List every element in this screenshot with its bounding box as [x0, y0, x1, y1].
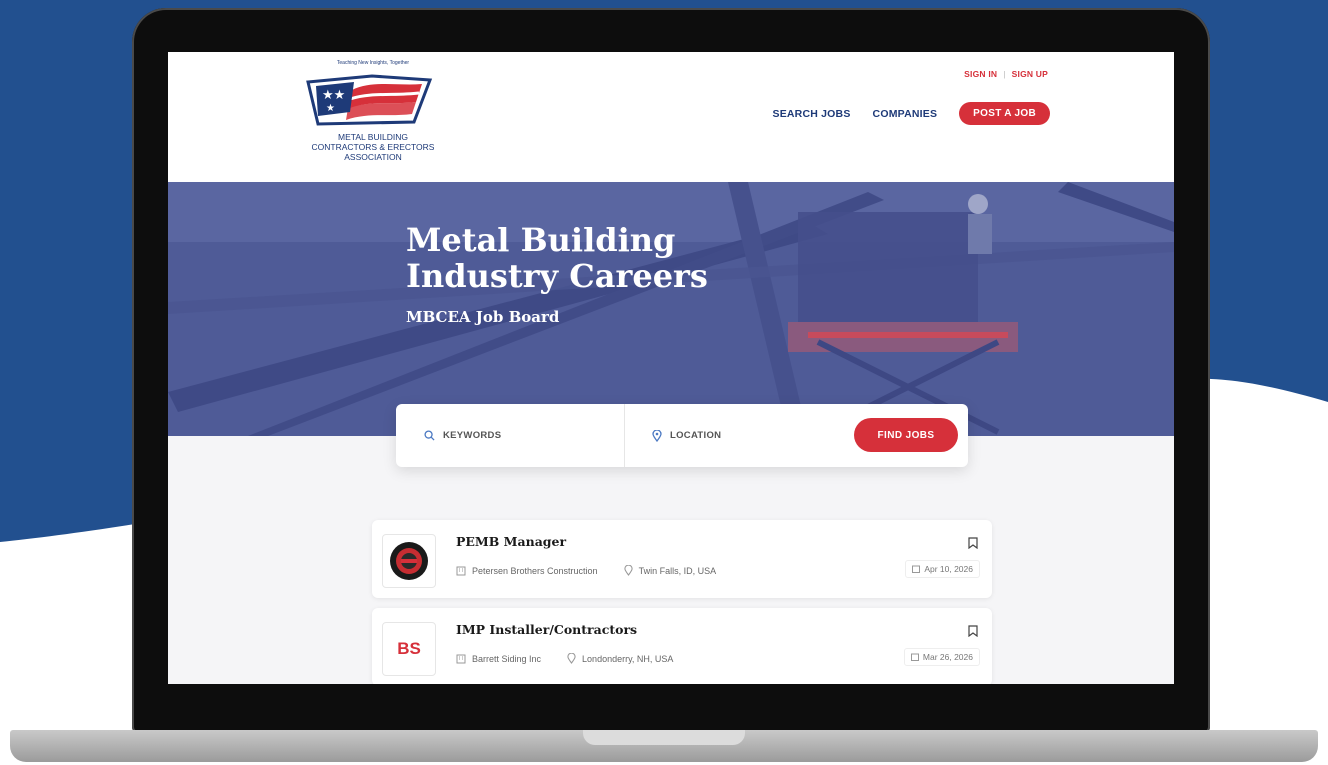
job-date-text: Mar 26, 2026 [922, 652, 973, 662]
svg-text:★: ★ [326, 103, 335, 114]
company-meta: Barrett Siding Inc [456, 653, 541, 664]
job-meta: Petersen Brothers Construction Twin Fall… [456, 565, 716, 576]
building-icon [456, 654, 466, 663]
job-card[interactable]: PEMB Manager Petersen Brothers Construct… [372, 520, 992, 598]
search-icon [424, 430, 435, 441]
location-pin-icon [652, 429, 662, 442]
company-name: Petersen Brothers Construction [472, 565, 598, 576]
keywords-input[interactable]: KEYWORDS [424, 404, 501, 467]
svg-text:★★: ★★ [322, 88, 345, 103]
company-logo [382, 534, 436, 588]
keywords-placeholder: KEYWORDS [443, 430, 502, 441]
job-search-bar: KEYWORDS LOCATION FIND JOBS [396, 404, 968, 467]
logo-text: METAL BUILDING CONTRACTORS & ERECTORS AS… [288, 132, 458, 162]
location-input[interactable]: LOCATION [652, 404, 721, 467]
company-meta: Petersen Brothers Construction [456, 565, 598, 576]
site-header: Teaching New Insights, Together ★★ ★ MET… [168, 52, 1174, 182]
hero-banner: Metal Building Industry Careers MBCEA Jo… [168, 182, 1174, 436]
location-pin-icon [567, 653, 576, 664]
job-title[interactable]: PEMB Manager [456, 534, 566, 549]
location-meta: Londonderry, NH, USA [567, 653, 673, 664]
company-seal-icon [390, 542, 428, 580]
laptop-notch [583, 730, 745, 745]
building-icon [456, 566, 466, 575]
hero-subtitle: MBCEA Job Board [406, 308, 560, 326]
job-location: Londonderry, NH, USA [582, 653, 674, 664]
location-pin-icon [623, 565, 633, 576]
post-job-button[interactable]: POST A JOB [959, 102, 1050, 125]
sign-up-link[interactable]: SIGN UP [1012, 69, 1048, 79]
job-date: Mar 26, 2026 [903, 648, 980, 666]
job-meta: Barrett Siding Inc Londonderry, NH, USA [456, 653, 673, 664]
search-divider [624, 404, 625, 467]
nav-companies[interactable]: COMPANIES [873, 108, 938, 120]
job-card[interactable]: BS IMP Installer/Contractors Barrett Sid… [372, 608, 992, 684]
job-title[interactable]: IMP Installer/Contractors [456, 622, 637, 637]
main-nav: SEARCH JOBS COMPANIES POST A JOB [772, 102, 1050, 125]
auth-links: SIGN IN | SIGN UP [964, 69, 1048, 79]
logo-tagline: Teaching New Insights, Together [336, 60, 410, 66]
job-date: Apr 10, 2026 [905, 560, 980, 578]
bookmark-icon[interactable] [968, 537, 978, 549]
auth-separator: | [1003, 69, 1006, 79]
laptop-screen: Teaching New Insights, Together ★★ ★ MET… [168, 52, 1174, 684]
calendar-icon [912, 565, 921, 573]
mbcea-logo[interactable]: Teaching New Insights, Together ★★ ★ MET… [288, 58, 458, 176]
find-jobs-button[interactable]: FIND JOBS [854, 418, 958, 452]
nav-search-jobs[interactable]: SEARCH JOBS [772, 108, 850, 120]
job-date-text: Apr 10, 2026 [924, 564, 973, 574]
company-logo: BS [382, 622, 436, 676]
logo-line3: ASSOCIATION [344, 152, 402, 162]
company-logo-text: BS [397, 639, 421, 658]
location-placeholder: LOCATION [670, 430, 722, 441]
sign-in-link[interactable]: SIGN IN [964, 69, 997, 79]
hero-title: Metal Building Industry Careers [406, 221, 708, 295]
location-meta: Twin Falls, ID, USA [623, 565, 717, 576]
flag-logo-icon: ★★ ★ [306, 74, 433, 126]
company-name: Barrett Siding Inc [472, 653, 542, 664]
logo-line1: METAL BUILDING [338, 132, 408, 142]
job-location: Twin Falls, ID, USA [638, 565, 717, 576]
bookmark-icon[interactable] [968, 625, 978, 637]
calendar-icon [910, 653, 919, 661]
logo-line2: CONTRACTORS & ERECTORS [311, 142, 435, 152]
